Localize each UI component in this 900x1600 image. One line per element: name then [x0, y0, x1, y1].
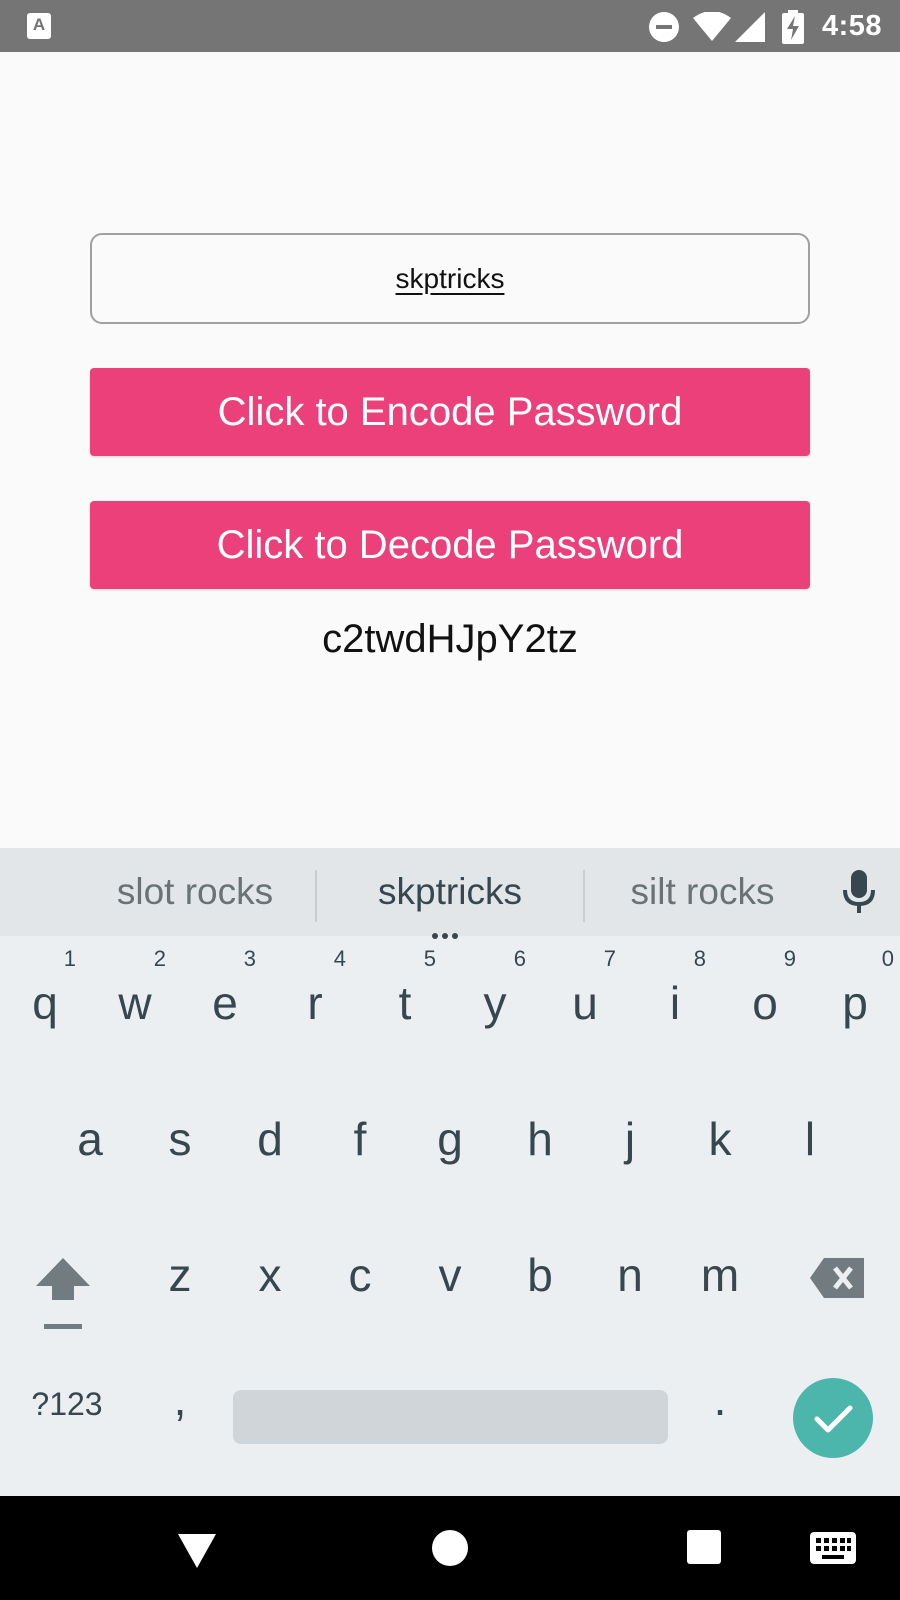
key-e[interactable]: e3 [180, 936, 270, 1066]
key-r[interactable]: r4 [270, 936, 360, 1066]
wifi-icon [693, 12, 731, 41]
key-z[interactable]: z [135, 1212, 225, 1342]
app-notification-icon: A [27, 13, 51, 39]
key-l[interactable]: l [765, 1076, 855, 1206]
key-h[interactable]: h [495, 1076, 585, 1206]
home-icon[interactable] [432, 1530, 468, 1566]
suggestion-1[interactable]: slot rocks [90, 848, 300, 936]
done-key[interactable] [793, 1378, 873, 1458]
key-g[interactable]: g [405, 1076, 495, 1206]
key-n[interactable]: n [585, 1212, 675, 1342]
suggestion-3[interactable]: silt rocks [600, 848, 805, 936]
decode-password-button[interactable]: Click to Decode Password [90, 501, 810, 589]
comma-key[interactable]: , [150, 1372, 210, 1426]
period-key[interactable]: . [690, 1372, 750, 1426]
shift-icon[interactable] [36, 1258, 90, 1330]
key-j[interactable]: j [585, 1076, 675, 1206]
key-d[interactable]: d [225, 1076, 315, 1206]
key-y[interactable]: y6 [450, 936, 540, 1066]
key-u[interactable]: u7 [540, 936, 630, 1066]
key-b[interactable]: b [495, 1212, 585, 1342]
suggestion-divider [315, 870, 317, 922]
key-i[interactable]: i8 [630, 936, 720, 1066]
key-k[interactable]: k [675, 1076, 765, 1206]
status-time: 4:58 [822, 10, 883, 42]
battery-charging-icon [782, 10, 804, 44]
microphone-icon[interactable] [842, 870, 876, 914]
back-icon[interactable] [178, 1534, 216, 1568]
recents-icon[interactable] [687, 1530, 721, 1564]
encode-password-button[interactable]: Click to Encode Password [90, 368, 810, 456]
keyboard-switch-icon[interactable] [810, 1532, 856, 1564]
key-m[interactable]: m [675, 1212, 765, 1342]
space-bar[interactable] [233, 1390, 668, 1444]
result-text: c2twdHJpY2tz [322, 617, 578, 661]
suggestion-strip: slot rocks skptricks silt rocks [0, 848, 900, 939]
suggestion-divider [583, 870, 585, 922]
checkmark-icon [814, 1405, 853, 1433]
navigation-bar [0, 1496, 900, 1600]
key-o[interactable]: o9 [720, 936, 810, 1066]
shift-key-icon[interactable] [32, 1100, 88, 1178]
status-bar: A 4:58 [0, 0, 900, 52]
suggestion-2[interactable]: skptricks [330, 848, 570, 936]
password-input[interactable]: skptricks [90, 233, 810, 324]
key-v[interactable]: v [405, 1212, 495, 1342]
symbols-key[interactable]: ?123 [22, 1386, 112, 1423]
backspace-icon[interactable] [810, 1258, 864, 1298]
password-input-value: skptricks [395, 262, 505, 294]
dnd-icon [649, 12, 679, 42]
more-suggestions-dots[interactable] [432, 926, 468, 939]
key-c[interactable]: c [315, 1212, 405, 1342]
signal-icon [735, 12, 765, 42]
key-s[interactable]: s [135, 1076, 225, 1206]
key-x[interactable]: x [225, 1212, 315, 1342]
key-q[interactable]: q1 [0, 936, 90, 1066]
key-f[interactable]: f [315, 1076, 405, 1206]
key-t[interactable]: t5 [360, 936, 450, 1066]
key-p[interactable]: p0 [810, 936, 900, 1066]
key-w[interactable]: w2 [90, 936, 180, 1066]
